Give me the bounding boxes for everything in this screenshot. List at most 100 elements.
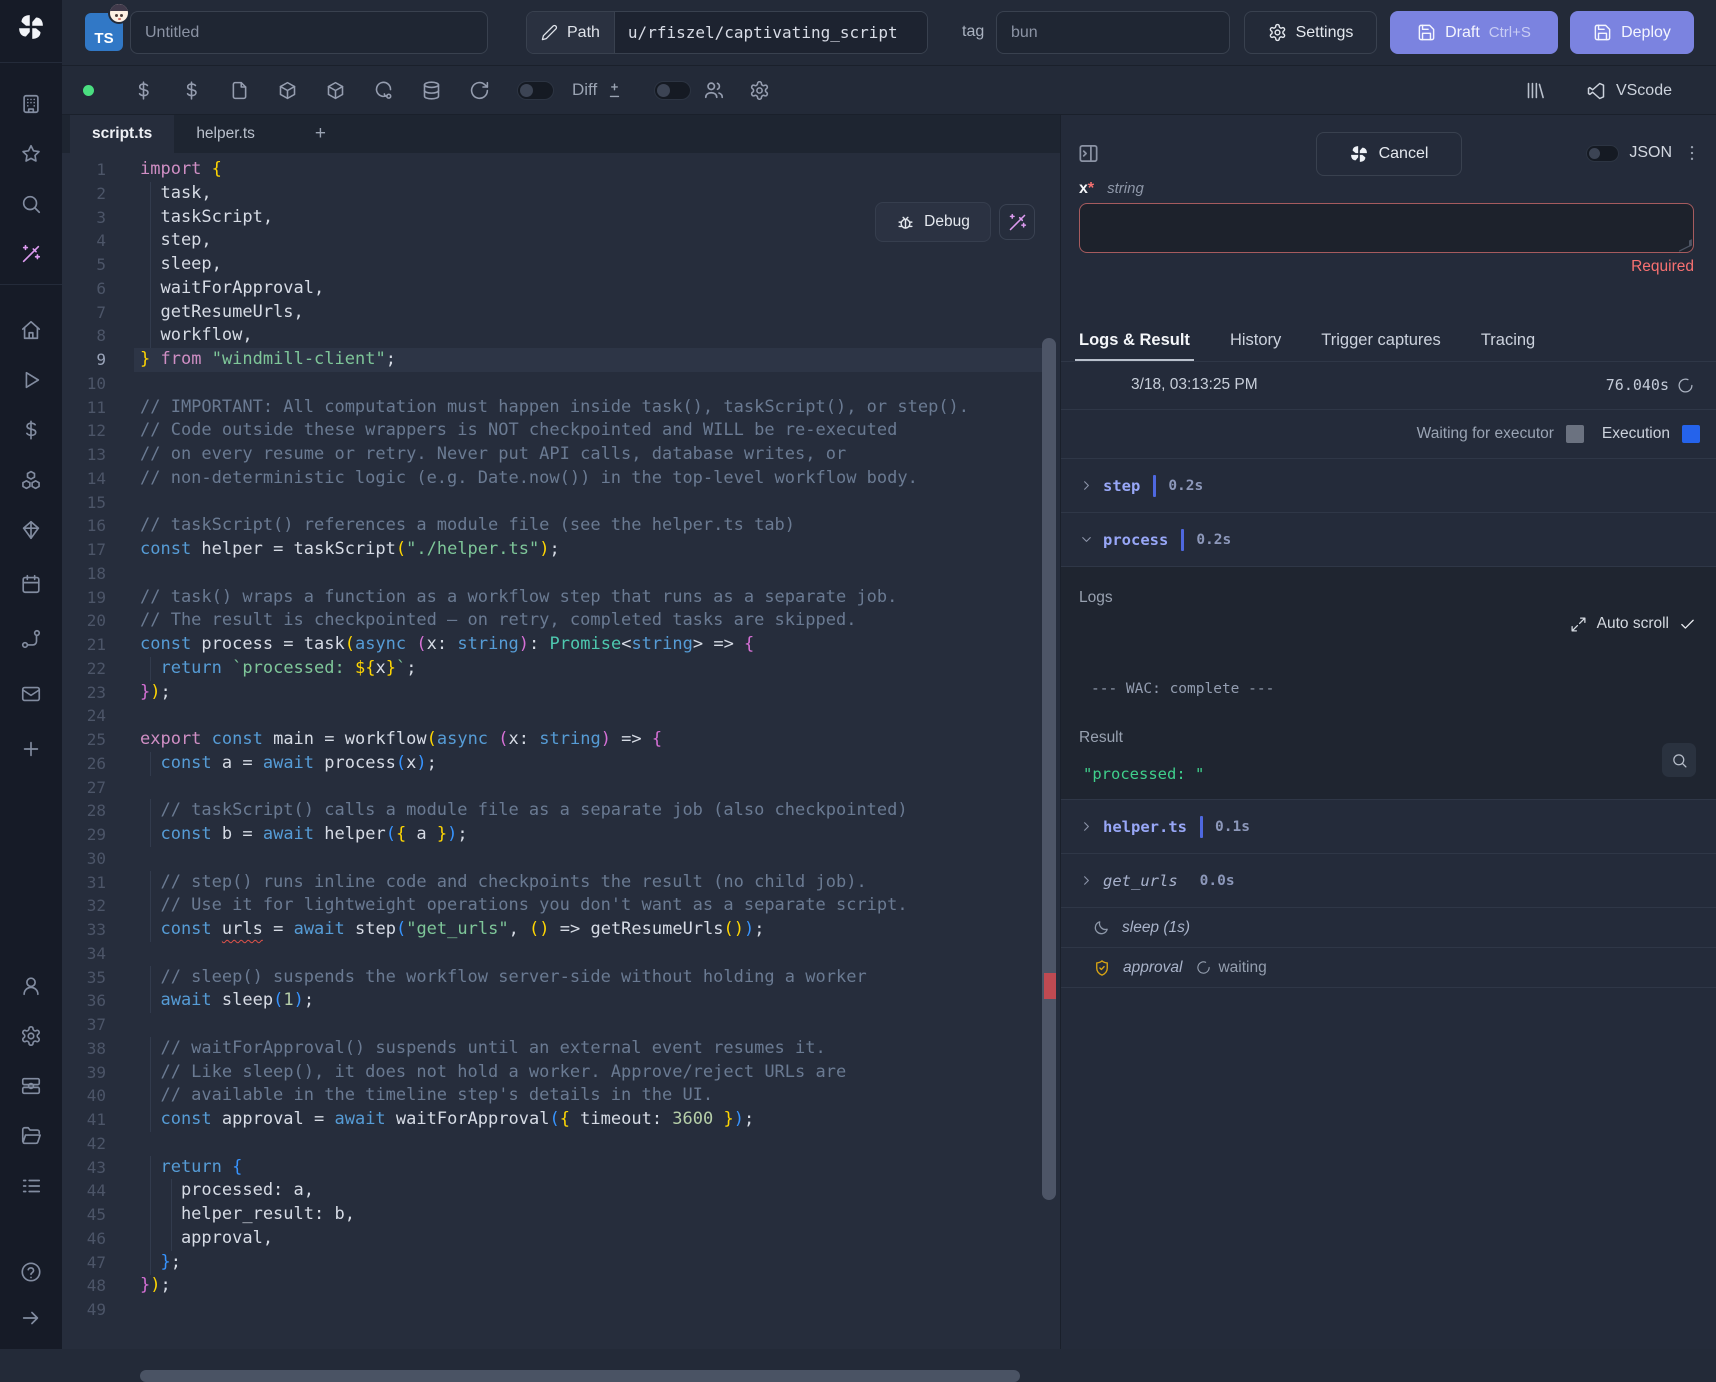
code-line-10[interactable]: 10 [62,372,1060,396]
path-edit-segment[interactable]: Path [527,12,615,53]
code-line-49[interactable]: 49 [62,1298,1060,1322]
editor-horizontal-scrollbar[interactable] [140,1370,1020,1382]
sidebar-item-play[interactable] [11,360,51,400]
timeline-row-approval[interactable]: approval waiting [1061,948,1716,988]
code-line-31[interactable]: 31 // step() runs inline code and checkp… [62,871,1060,895]
json-toggle[interactable] [1586,145,1619,162]
code-line-23[interactable]: 23}); [62,681,1060,705]
autoscroll-control[interactable]: Auto scroll [1570,615,1696,633]
tab-history[interactable]: History [1230,320,1281,361]
timeline-row-step[interactable]: step 0.2s [1061,459,1716,513]
code-line-39[interactable]: 39 // Like sleep(), it does not hold a w… [62,1061,1060,1085]
sidebar-item-building[interactable] [11,84,51,124]
script-name-input[interactable] [130,11,488,54]
result-search-button[interactable] [1662,743,1696,777]
tab-trigger-captures[interactable]: Trigger captures [1321,320,1441,361]
add-tab-button[interactable]: + [301,115,340,153]
timeline-row-sleep[interactable]: sleep (1s) [1061,908,1716,948]
code-line-17[interactable]: 17const helper = taskScript("./helper.ts… [62,538,1060,562]
code-line-24[interactable]: 24 [62,704,1060,728]
code-line-47[interactable]: 47 }; [62,1251,1060,1275]
tag-input[interactable] [996,11,1230,54]
code-line-12[interactable]: 12// Code outside these wrappers is NOT … [62,419,1060,443]
code-line-14[interactable]: 14// non-deterministic logic (e.g. Date.… [62,467,1060,491]
timeline-row-helper-ts[interactable]: helper.ts 0.1s [1061,800,1716,854]
panel-collapse-icon[interactable] [1077,142,1100,165]
code-line-48[interactable]: 48}); [62,1274,1060,1298]
path-value[interactable]: u/rfiszel/captivating_script [615,12,927,53]
code-line-21[interactable]: 21const process = task(async (x: string)… [62,633,1060,657]
code-line-5[interactable]: 5 sleep, [62,253,1060,277]
code-line-30[interactable]: 30 [62,847,1060,871]
code-line-38[interactable]: 38 // waitForApproval() suspends until a… [62,1037,1060,1061]
tab-helper-ts[interactable]: helper.ts [174,115,277,153]
diff-toggle[interactable] [517,81,554,100]
users-icon[interactable] [703,79,725,101]
sidebar-item-home[interactable] [11,310,51,350]
tab-tracing[interactable]: Tracing [1481,320,1535,361]
sidebar-item-route[interactable] [11,619,51,659]
lasso-icon[interactable] [371,80,395,101]
code-line-13[interactable]: 13// on every resume or retry. Never put… [62,443,1060,467]
cancel-run-button[interactable]: Cancel [1316,132,1462,176]
code-line-36[interactable]: 36 await sleep(1); [62,989,1060,1013]
code-line-37[interactable]: 37 [62,1013,1060,1037]
sidebar-item-boxes[interactable] [11,460,51,500]
code-line-7[interactable]: 7 getResumeUrls, [62,301,1060,325]
gear-icon[interactable] [749,80,770,101]
sidebar-item-list[interactable] [11,1166,51,1206]
sidebar-item-help[interactable] [11,1252,51,1292]
code-line-44[interactable]: 44 processed: a, [62,1179,1060,1203]
sidebar-item-arrow-right[interactable] [11,1298,51,1338]
package-icon[interactable] [323,80,347,101]
sidebar-item-gem[interactable] [11,510,51,550]
code-line-45[interactable]: 45 helper_result: b, [62,1203,1060,1227]
code-line-1[interactable]: 1import { [62,158,1060,182]
sidebar-item-star[interactable] [11,134,51,174]
sidebar-item-calendar[interactable] [11,564,51,604]
settings-button[interactable]: Settings [1244,11,1377,54]
sidebar-item-folder[interactable] [11,1116,51,1156]
tab-logs-result[interactable]: Logs & Result [1079,320,1190,361]
database-icon[interactable] [419,80,443,101]
kebab-menu-icon[interactable] [1682,143,1702,163]
code-line-33[interactable]: 33 const urls = await step("get_urls", (… [62,918,1060,942]
tab-script-ts[interactable]: script.ts [70,115,174,153]
sidebar-item-dollar[interactable] [11,410,51,450]
code-line-18[interactable]: 18 [62,562,1060,586]
package-icon[interactable] [275,80,299,101]
diff-icon[interactable] [605,81,624,100]
ai-assistant-button[interactable] [999,204,1035,240]
file-icon[interactable] [227,80,251,101]
run-header-row[interactable]: 3/18, 03:13:25 PM 76.040s [1061,362,1716,410]
code-line-32[interactable]: 32 // Use it for lightweight operations … [62,894,1060,918]
code-line-9[interactable]: 9} from "windmill-client"; [62,348,1060,372]
code-line-16[interactable]: 16// taskScript() references a module fi… [62,514,1060,538]
dollar-icon[interactable] [131,80,155,101]
vscode-button[interactable]: VScode [1586,81,1672,101]
code-line-26[interactable]: 26 const a = await process(x); [62,752,1060,776]
code-line-34[interactable]: 34 [62,942,1060,966]
refresh-icon[interactable] [467,80,491,101]
code-line-43[interactable]: 43 return { [62,1156,1060,1180]
code-line-28[interactable]: 28 // taskScript() calls a module file a… [62,799,1060,823]
code-line-25[interactable]: 25export const main = workflow(async (x:… [62,728,1060,752]
code-line-11[interactable]: 11// IMPORTANT: All computation must hap… [62,396,1060,420]
code-line-20[interactable]: 20// The result is checkpointed — on ret… [62,609,1060,633]
draft-button[interactable]: Draft Ctrl+S [1390,11,1558,54]
timeline-row-get-urls[interactable]: get_urls 0.0s [1061,854,1716,908]
code-line-41[interactable]: 41 const approval = await waitForApprova… [62,1108,1060,1132]
sidebar-item-mail[interactable] [11,674,51,714]
debug-button[interactable]: Debug [875,202,991,242]
sidebar-item-plus[interactable] [11,729,51,769]
sidebar-item-wand[interactable] [11,234,51,274]
code-line-19[interactable]: 19// task() wraps a function as a workfl… [62,586,1060,610]
argument-x-input[interactable] [1079,203,1694,253]
windmill-logo-icon[interactable] [16,12,46,47]
timeline-row-process[interactable]: process 0.2s [1061,513,1716,567]
editor-vertical-scrollbar[interactable] [1042,338,1056,1200]
code-line-35[interactable]: 35 // sleep() suspends the workflow serv… [62,966,1060,990]
library-icon[interactable] [1525,80,1546,101]
path-field-group[interactable]: Path u/rfiszel/captivating_script [526,11,928,54]
code-line-8[interactable]: 8 workflow, [62,324,1060,348]
